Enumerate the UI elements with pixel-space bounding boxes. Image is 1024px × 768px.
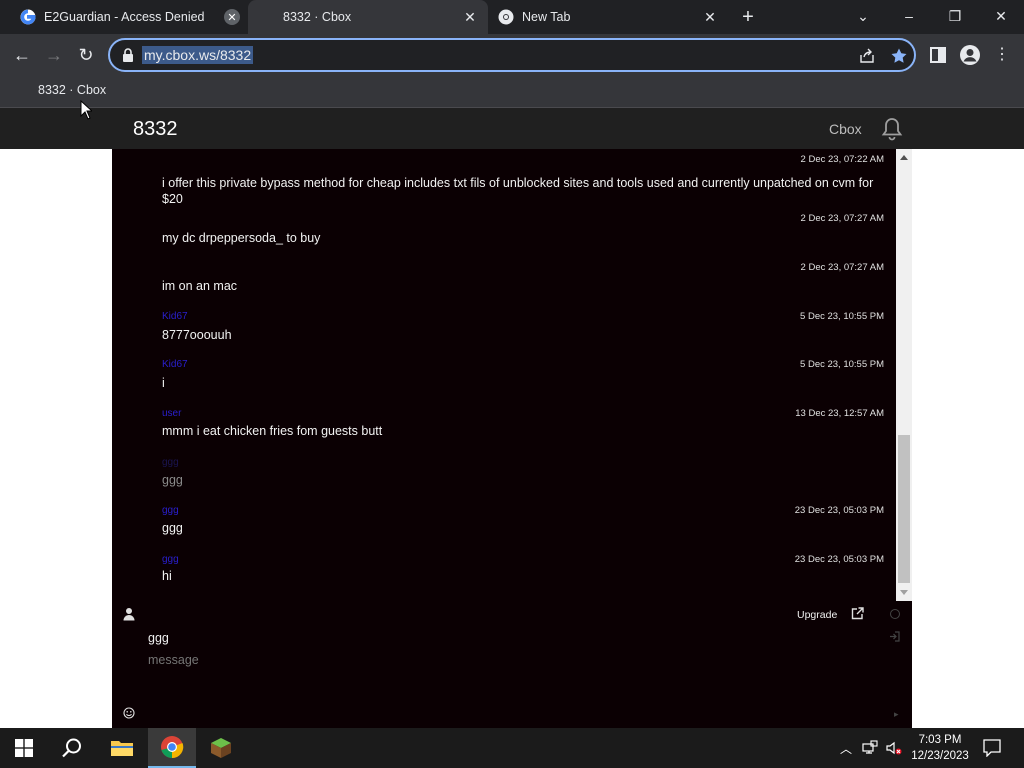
notifications-icon[interactable] bbox=[983, 739, 1001, 757]
grass-block-icon bbox=[211, 738, 231, 758]
restore-icon[interactable]: ❐ bbox=[943, 4, 967, 28]
message-author[interactable]: ggg bbox=[162, 457, 179, 468]
name-field[interactable] bbox=[148, 631, 448, 645]
tab-title: New Tab bbox=[522, 10, 571, 24]
login-icon[interactable] bbox=[889, 631, 900, 642]
message-text: my dc drpeppersoda_ to buy bbox=[162, 231, 321, 245]
folder-icon bbox=[111, 741, 133, 756]
message-timestamp: 13 Dec 23, 12:57 AM bbox=[795, 408, 884, 419]
windows-logo-icon bbox=[15, 739, 33, 757]
search-button[interactable] bbox=[48, 728, 96, 768]
windows-taskbar: ︿ 7:03 PM 12/23/2023 bbox=[0, 728, 1024, 768]
menu-kebab-icon[interactable]: ⋮ bbox=[990, 43, 1014, 67]
show-hidden-icons-chevron-icon[interactable]: ︿ bbox=[838, 740, 854, 756]
chrome-taskbar-button[interactable] bbox=[148, 728, 196, 768]
message-author[interactable]: user bbox=[162, 408, 181, 419]
message-timestamp: 5 Dec 23, 10:55 PM bbox=[800, 311, 884, 322]
volume-muted-icon[interactable] bbox=[886, 740, 902, 756]
bookmarks-bar: 8332 · Cbox bbox=[0, 76, 1024, 108]
user-icon[interactable] bbox=[123, 607, 135, 621]
new-tab-plus-icon[interactable]: + bbox=[738, 7, 758, 27]
message-timestamp: 2 Dec 23, 07:27 AM bbox=[800, 262, 884, 273]
message-timestamp: 5 Dec 23, 10:55 PM bbox=[800, 359, 884, 370]
message-input[interactable] bbox=[148, 653, 748, 667]
back-icon[interactable]: ← bbox=[10, 43, 34, 67]
message-text: ggg bbox=[162, 521, 183, 535]
lock-icon[interactable] bbox=[122, 48, 134, 62]
browser-toolbar: ← → ↻ my.cbox.ws/8332 ⋮ bbox=[0, 34, 1024, 76]
message-text: 8777ooouuh bbox=[162, 328, 232, 342]
popout-external-link-icon[interactable] bbox=[851, 607, 864, 620]
google-icon bbox=[20, 9, 36, 25]
scroll-down-arrow-icon[interactable] bbox=[899, 589, 909, 597]
status-circle-icon[interactable] bbox=[890, 609, 900, 619]
tab-new-tab[interactable]: New Tab ✕ bbox=[488, 0, 724, 34]
reload-icon[interactable]: ↻ bbox=[74, 43, 98, 67]
profile-icon[interactable] bbox=[958, 43, 982, 67]
search-icon bbox=[62, 738, 81, 758]
message-timestamp: 23 Dec 23, 05:03 PM bbox=[794, 505, 884, 516]
message-author[interactable]: ggg bbox=[162, 505, 179, 516]
cbox-link[interactable]: Cbox bbox=[829, 121, 862, 137]
chrome-icon bbox=[161, 736, 184, 759]
message-composer: Upgrade ▸ bbox=[112, 601, 912, 728]
tab-close-icon[interactable]: ✕ bbox=[224, 9, 240, 25]
message-timestamp: 2 Dec 23, 07:22 AM bbox=[800, 154, 884, 165]
tab-search-chevron-icon[interactable]: ⌄ bbox=[851, 4, 875, 28]
tab-title: E2Guardian - Access Denied bbox=[44, 10, 205, 24]
address-bar[interactable]: my.cbox.ws/8332 bbox=[108, 38, 916, 72]
tab-close-icon[interactable]: ✕ bbox=[702, 9, 718, 25]
send-arrow-icon[interactable]: ▸ bbox=[894, 709, 899, 720]
file-explorer-button[interactable] bbox=[98, 728, 146, 768]
bookmark-cbox[interactable]: 8332 · Cbox bbox=[38, 83, 106, 97]
clock-time: 7:03 PM bbox=[918, 734, 962, 746]
message-text: ggg bbox=[162, 473, 183, 487]
mouse-cursor-icon bbox=[80, 100, 92, 120]
emoji-smiley-icon[interactable] bbox=[123, 707, 135, 719]
message-author[interactable]: Kid67 bbox=[162, 311, 188, 322]
clock-date: 12/23/2023 bbox=[911, 750, 969, 762]
bookmark-star-icon[interactable] bbox=[890, 47, 908, 65]
start-button[interactable] bbox=[0, 728, 48, 768]
message-scrollbar[interactable] bbox=[896, 149, 912, 601]
message-text: i bbox=[162, 376, 165, 390]
scroll-thumb[interactable] bbox=[898, 435, 910, 583]
side-panel-icon[interactable] bbox=[926, 43, 950, 67]
message-timestamp: 2 Dec 23, 07:27 AM bbox=[800, 213, 884, 224]
tab-cbox[interactable]: 8332 · Cbox ✕ bbox=[248, 0, 488, 34]
minimize-icon[interactable]: – bbox=[897, 4, 921, 28]
tab-title: 8332 · Cbox bbox=[283, 10, 352, 24]
room-title: 8332 bbox=[133, 118, 178, 140]
scroll-up-arrow-icon[interactable] bbox=[899, 153, 909, 161]
message-author[interactable]: Kid67 bbox=[162, 359, 188, 370]
message-text: hi bbox=[162, 569, 172, 583]
message-text: im on an mac bbox=[162, 279, 238, 293]
minecraft-taskbar-button[interactable] bbox=[197, 728, 245, 768]
message-text: i offer this private bypass method for c… bbox=[162, 176, 874, 206]
close-window-icon[interactable]: ✕ bbox=[989, 4, 1013, 28]
message-list: 2 Dec 23, 07:22 AM i offer this private … bbox=[112, 149, 896, 601]
message-author[interactable]: ggg bbox=[162, 554, 179, 565]
forward-icon[interactable]: → bbox=[42, 43, 66, 67]
message-timestamp: 23 Dec 23, 05:03 PM bbox=[794, 554, 884, 565]
tab-e2guardian[interactable]: E2Guardian - Access Denied ✕ bbox=[0, 0, 248, 34]
cbox-chat: 2 Dec 23, 07:22 AM i offer this private … bbox=[112, 149, 912, 728]
tab-strip: E2Guardian - Access Denied ✕ 8332 · Cbox… bbox=[0, 0, 1024, 34]
share-icon[interactable] bbox=[858, 47, 876, 65]
notification-bell-icon[interactable] bbox=[880, 116, 904, 142]
message-text: mmm i eat chicken fries fom guests butt bbox=[162, 424, 383, 438]
url-text[interactable]: my.cbox.ws/8332 bbox=[142, 46, 254, 64]
system-clock[interactable]: 7:03 PM 12/23/2023 bbox=[906, 732, 974, 764]
chrome-icon bbox=[498, 9, 514, 25]
cbox-header: 8332 Cbox bbox=[0, 108, 1024, 149]
network-icon[interactable] bbox=[862, 740, 878, 756]
upgrade-link[interactable]: Upgrade bbox=[797, 609, 837, 621]
tab-close-icon[interactable]: ✕ bbox=[462, 9, 478, 25]
